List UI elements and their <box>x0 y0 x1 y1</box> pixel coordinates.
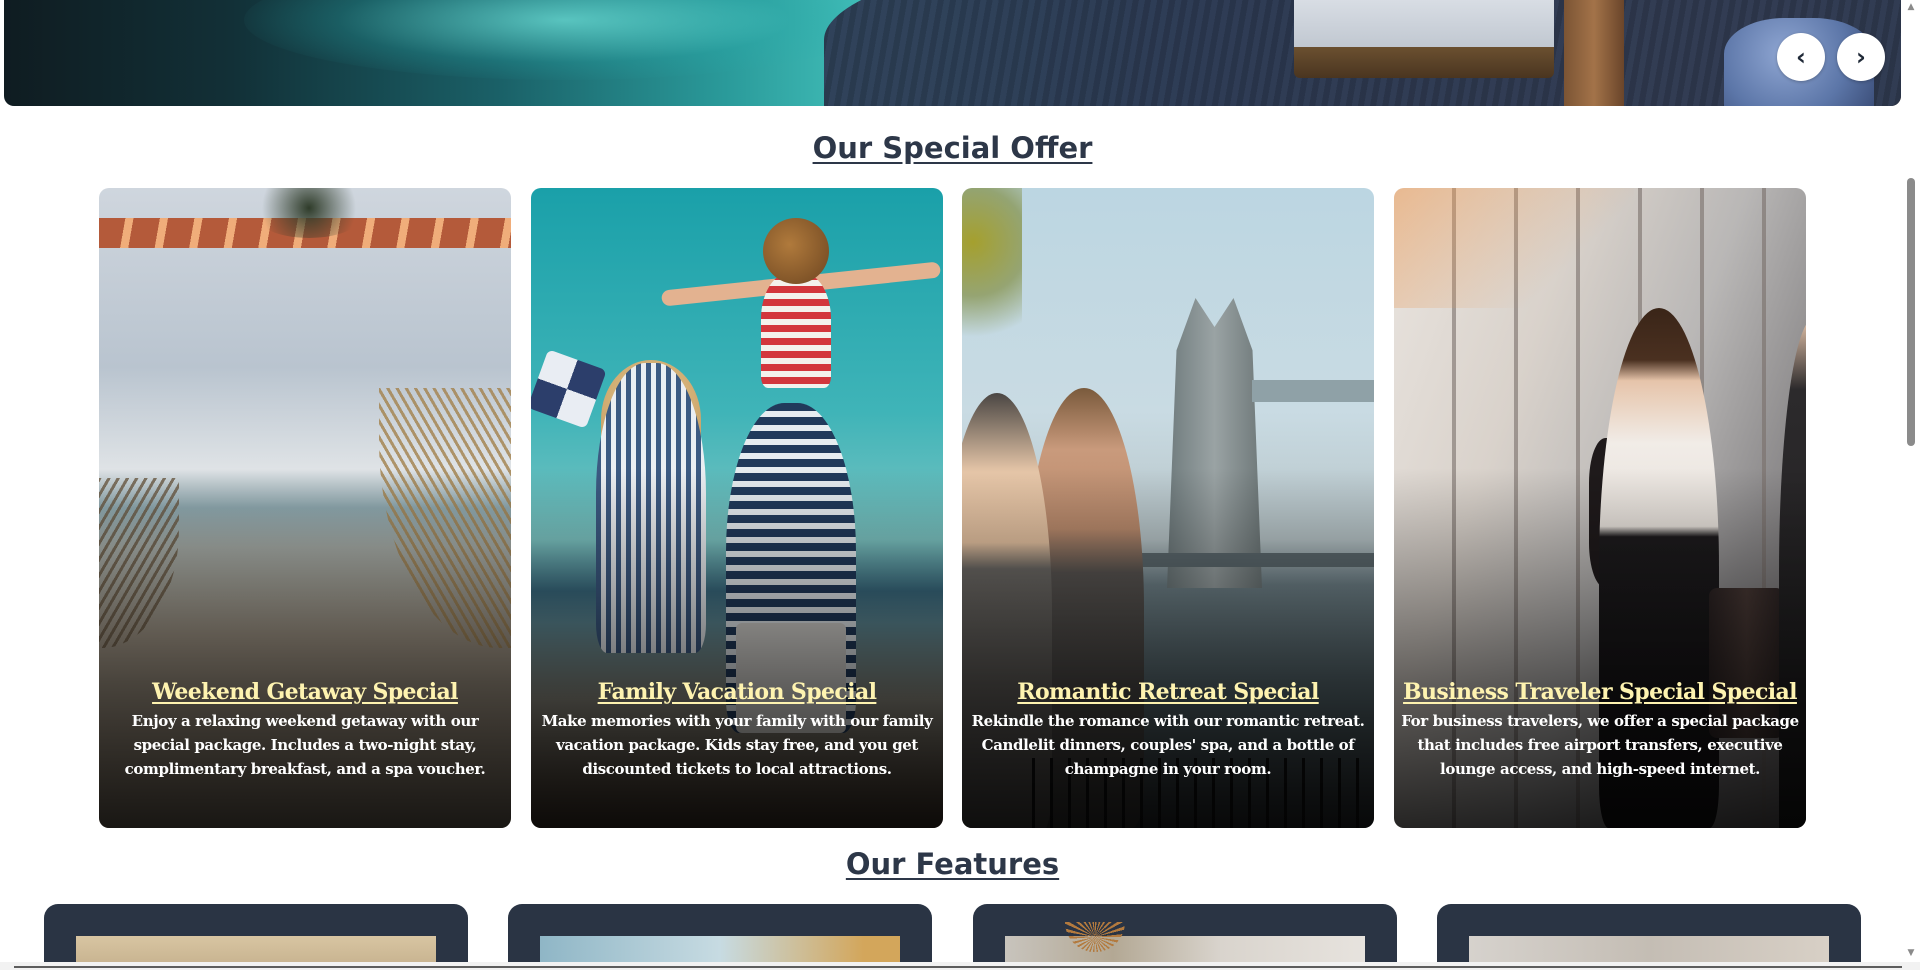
offer-description: For business travelers, we offer a speci… <box>1401 712 1799 778</box>
features-heading: Our Features <box>845 847 1060 881</box>
scroll-up-arrow-icon[interactable]: ▲ <box>1902 0 1920 14</box>
special-offers-list: Weekend Getaway Special Enjoy a relaxing… <box>99 188 1807 828</box>
vertical-scrollbar[interactable]: ▲ ▼ <box>1902 0 1920 962</box>
child-figure <box>761 273 831 388</box>
offer-card-romantic-retreat[interactable]: Romantic Retreat Special Rekindle the ro… <box>962 188 1374 828</box>
offer-title-link[interactable]: Romantic Retreat Special <box>966 677 1370 707</box>
offer-card-business-traveler[interactable]: Business Traveler Special Special For bu… <box>1394 188 1806 828</box>
hero-post-image <box>1564 0 1624 106</box>
offer-card-family-vacation[interactable]: Family Vacation Special Make memories wi… <box>531 188 943 828</box>
offer-description: Rekindle the romance with our romantic r… <box>971 712 1365 778</box>
offer-description: Enjoy a relaxing weekend getaway with ou… <box>124 712 486 778</box>
scroll-thumb[interactable] <box>1907 178 1915 446</box>
carousel-prev-button[interactable]: ‹ <box>1777 33 1825 81</box>
offer-title-link[interactable]: Weekend Getaway Special <box>103 677 507 707</box>
page: ‹ › Our Special Offer Weekend Getaway Sp… <box>0 0 1920 970</box>
offer-card-weekend-getaway[interactable]: Weekend Getaway Special Enjoy a relaxing… <box>99 188 511 828</box>
feature-card[interactable] <box>508 904 932 970</box>
sunlight <box>1394 188 1634 308</box>
tree-leaves <box>962 188 1022 368</box>
hero-lounger-image <box>1294 0 1554 78</box>
feature-card[interactable] <box>973 904 1397 970</box>
bridge-walkway <box>1252 380 1374 402</box>
feature-card[interactable] <box>44 904 468 970</box>
carousel-next-button[interactable]: › <box>1837 33 1885 81</box>
sunburst-mirror <box>1065 922 1125 952</box>
offer-caption: Family Vacation Special Make memories wi… <box>531 677 943 781</box>
hero-pool-image <box>244 0 884 80</box>
hero-carousel: ‹ › <box>4 0 1901 106</box>
special-offer-heading: Our Special Offer <box>812 131 1093 165</box>
offer-caption: Romantic Retreat Special Rekindle the ro… <box>962 677 1374 781</box>
pinwheel <box>531 349 607 429</box>
features-list <box>44 904 1862 970</box>
offer-title-link[interactable]: Business Traveler Special Special <box>1398 677 1802 707</box>
child-head <box>763 218 829 284</box>
feature-card[interactable] <box>1437 904 1861 970</box>
offer-description: Make memories with your family with our … <box>541 712 933 778</box>
horizontal-scroll-thumb[interactable] <box>14 966 1902 968</box>
offer-title-link[interactable]: Family Vacation Special <box>535 677 939 707</box>
scroll-down-arrow-icon[interactable]: ▼ <box>1902 946 1920 960</box>
horizontal-scrollbar[interactable] <box>0 962 1920 970</box>
offer-caption: Business Traveler Special Special For bu… <box>1394 677 1806 781</box>
offer-caption: Weekend Getaway Special Enjoy a relaxing… <box>99 677 511 781</box>
